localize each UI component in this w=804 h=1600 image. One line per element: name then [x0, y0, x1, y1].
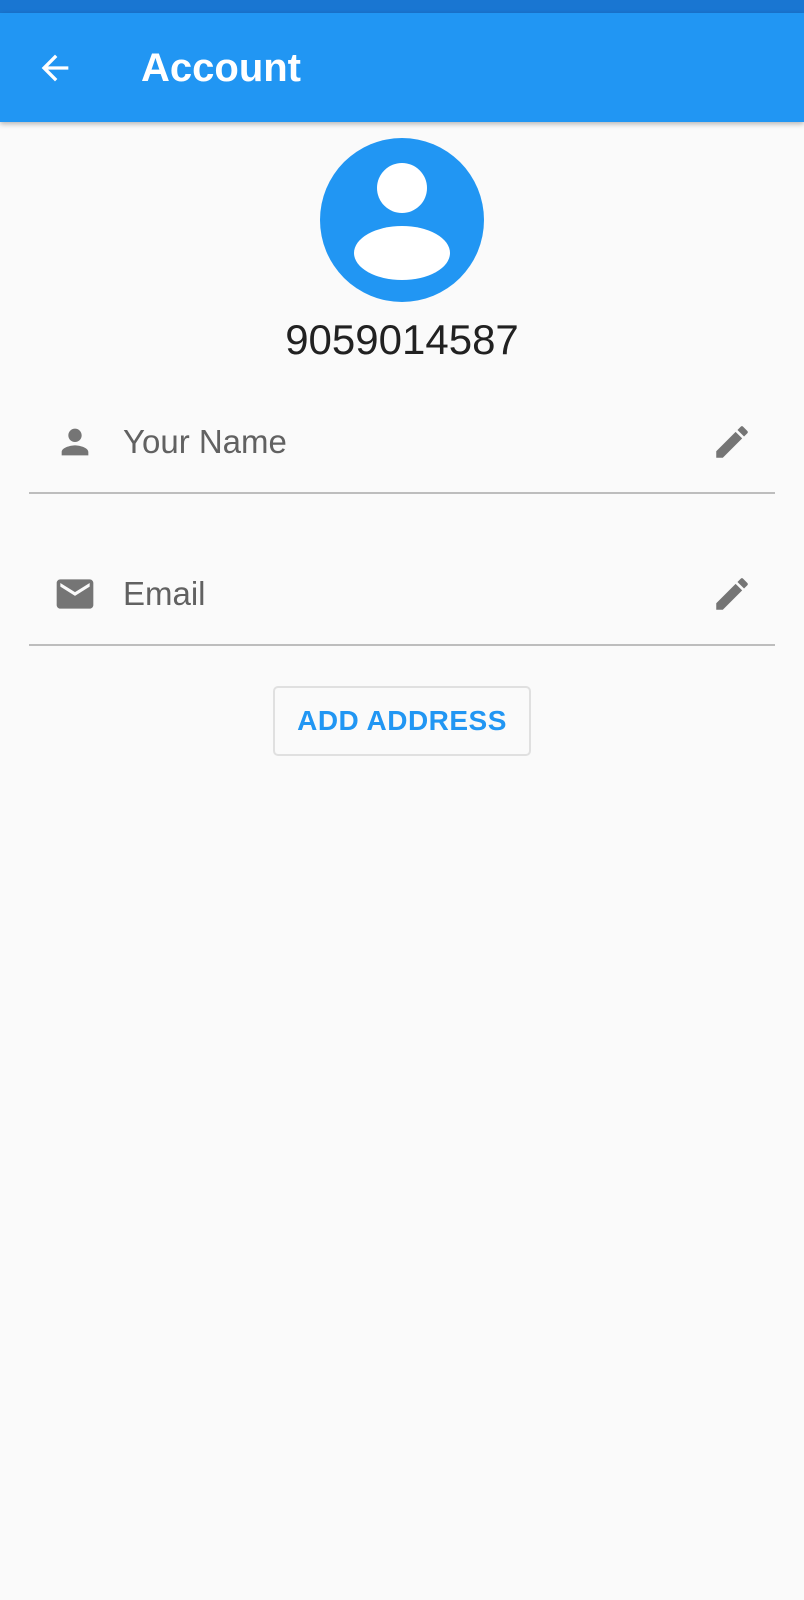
arrow-left-icon	[41, 54, 69, 82]
email-placeholder: Email	[123, 575, 206, 612]
edit-email-button[interactable]	[709, 571, 755, 617]
pencil-icon	[716, 578, 748, 610]
edit-name-button[interactable]	[709, 419, 755, 465]
back-button[interactable]	[28, 41, 82, 95]
phone-number: 9059014587	[285, 316, 519, 363]
app-bar: Account	[0, 13, 804, 122]
person-icon	[53, 420, 97, 464]
name-field[interactable]: Your Name	[29, 400, 775, 494]
mail-icon	[53, 572, 97, 616]
pencil-icon	[716, 426, 748, 458]
status-bar	[0, 0, 804, 13]
email-field[interactable]: Email	[29, 552, 775, 646]
add-address-button[interactable]: ADD ADDRESS	[273, 686, 531, 756]
account-circle-icon[interactable]	[320, 138, 484, 302]
page-title: Account	[141, 46, 301, 90]
name-placeholder: Your Name	[123, 423, 287, 460]
